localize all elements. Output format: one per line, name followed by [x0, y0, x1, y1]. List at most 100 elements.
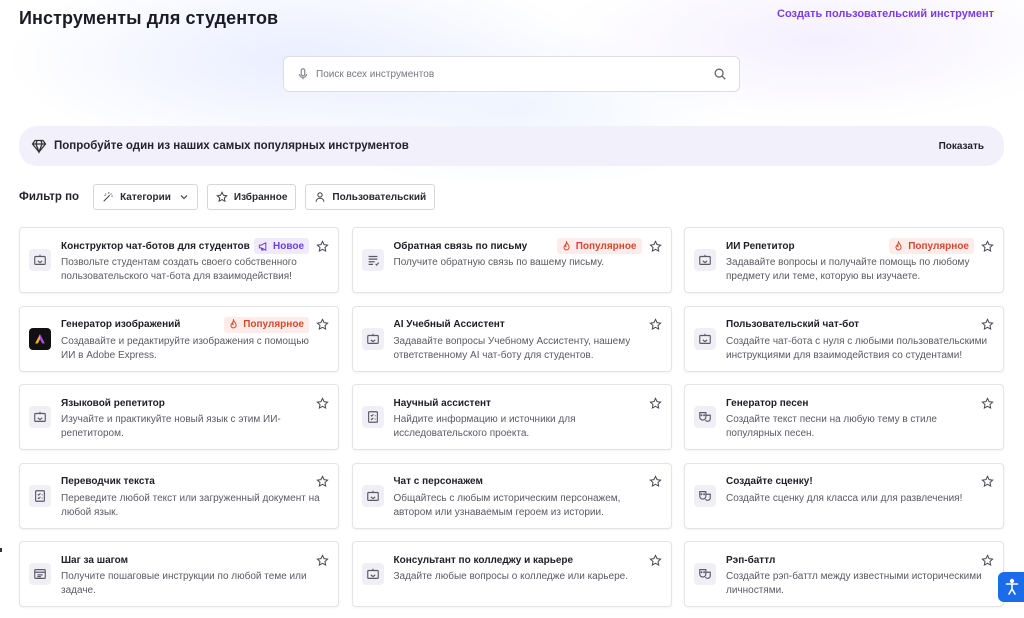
filter-favorites-button[interactable]: Избранное: [206, 184, 297, 210]
megaphone-icon: [258, 241, 269, 252]
tool-card-header: Научный ассистент: [394, 395, 662, 411]
favorite-star-icon[interactable]: [648, 239, 662, 253]
tool-description: Изучайте и практикуйте новый язык с этим…: [61, 414, 281, 439]
accessibility-icon: [1003, 578, 1021, 596]
tool-card[interactable]: AI Учебный Ассистент Задавайте вопросы Уч…: [351, 305, 672, 372]
tool-card[interactable]: Консультант по колледжу и карьере Задайте…: [351, 541, 672, 607]
tool-card[interactable]: Генератор песен Создайте текст песни на л…: [684, 384, 1004, 450]
checklist-icon: [361, 406, 384, 428]
badge-label: Новое: [272, 240, 304, 252]
favorite-star-icon[interactable]: [981, 396, 994, 410]
tool-description: Задавайте вопросы Учебному Ассистенту, н…: [393, 335, 631, 361]
tool-card-header: AI Учебный Ассистент: [394, 317, 662, 333]
theater-masks-icon: [694, 484, 716, 507]
tool-card[interactable]: Переводчик текста Переведите любой текст …: [19, 462, 339, 529]
favorite-star-icon[interactable]: [648, 318, 662, 331]
tool-card[interactable]: Чат с персонажем Общайтесь с любым истори…: [351, 462, 672, 529]
favorite-star-icon[interactable]: [316, 239, 329, 253]
tool-name: Переводчик текста: [61, 476, 155, 487]
new-badge: Новое: [253, 238, 309, 254]
favorite-star-icon[interactable]: [316, 553, 329, 567]
tool-name: Обратная связь по письму: [393, 240, 528, 252]
filter-custom-label: Пользовательский: [332, 191, 427, 203]
favorite-star-icon[interactable]: [316, 475, 329, 488]
tool-name: Пользовательский чат-бот: [726, 319, 860, 330]
user-icon: [314, 191, 326, 203]
favorite-star-icon[interactable]: [648, 396, 662, 410]
tool-description: Создайте текст песни на любую тему в сти…: [726, 414, 937, 439]
tool-card-body: Языковой репетитор Изучайте и практикуйте…: [61, 395, 329, 449]
tool-name: Чат с персонажем: [393, 476, 483, 487]
tool-card-body: Конструктор чат-ботов для студентов Новое…: [61, 238, 329, 292]
tool-card-header: Генератор изображений Популярное: [61, 316, 329, 333]
filter-bar: Фильтр по Категории Избранное Пользовате…: [19, 184, 444, 210]
tool-card-header: Создайте сценку!: [726, 474, 994, 490]
search-bar[interactable]: [283, 56, 740, 92]
tool-card-body: Пользовательский чат-бот Создайте чат-бот…: [726, 317, 994, 371]
favorite-star-icon[interactable]: [648, 475, 662, 488]
theater-masks-icon: [694, 563, 716, 585]
popular-badge: Популярное: [556, 238, 642, 254]
tool-card[interactable]: ИИ Репетитор Популярное Задавайте вопросы …: [684, 227, 1004, 293]
page-title: Инструменты для студентов: [19, 8, 279, 28]
tool-card-header: Генератор песен: [726, 395, 994, 411]
tool-name: Конструктор чат-ботов для студентов: [61, 240, 250, 252]
favorite-star-icon[interactable]: [981, 553, 994, 567]
chatbot-icon: [361, 563, 384, 585]
tools-grid: Конструктор чат-ботов для студентов Новое…: [19, 227, 1004, 607]
chatbot-icon: [694, 327, 716, 350]
favorite-star-icon[interactable]: [981, 475, 994, 488]
tool-card-header: Пользовательский чат-бот: [726, 317, 994, 333]
tool-card-header: Консультант по колледжу и карьере: [394, 552, 662, 568]
tool-name: AI Учебный Ассистент: [393, 319, 505, 330]
tool-card[interactable]: Создайте сценку! Создайте сценку для клас…: [684, 462, 1004, 529]
tool-card-header: Конструктор чат-ботов для студентов Новое: [61, 238, 329, 254]
tool-description: Создавайте и редактируйте изображения с …: [61, 335, 309, 361]
tool-card-header: Рэп-баттл: [726, 552, 994, 568]
star-icon: [216, 191, 228, 203]
diamond-icon: [31, 138, 47, 154]
search-icon[interactable]: [713, 67, 727, 81]
tool-card[interactable]: Научный ассистент Найдите информацию и ис…: [351, 384, 672, 450]
show-button[interactable]: Показать: [939, 141, 984, 152]
browser-window-icon: [29, 563, 51, 585]
fire-icon: [561, 240, 572, 252]
tool-name: Создайте сценку!: [726, 476, 813, 487]
tool-card[interactable]: Пользовательский чат-бот Создайте чат-бот…: [684, 305, 1004, 372]
accessibility-button[interactable]: [998, 572, 1024, 602]
tool-card-header: Шаг за шагом: [61, 552, 329, 568]
tool-card-body: Генератор песен Создайте текст песни на л…: [726, 395, 994, 449]
tool-description: Задавайте вопросы и получайте помощь по …: [726, 257, 970, 282]
favorite-star-icon[interactable]: [981, 318, 994, 331]
tool-card[interactable]: Конструктор чат-ботов для студентов Новое…: [19, 227, 339, 293]
create-custom-tool-link[interactable]: Создать пользовательский инструмент: [777, 8, 994, 20]
popular-tools-banner: Попробуйте один из наших самых популярны…: [19, 126, 1004, 166]
tool-description: Создайте чат-бота с нуля с любыми пользо…: [726, 335, 988, 361]
tool-name: Научный ассистент: [393, 397, 491, 409]
fire-icon: [228, 319, 239, 330]
tool-name: Генератор песен: [726, 397, 809, 409]
tool-card[interactable]: Обратная связь по письму Популярное Получи…: [351, 227, 672, 293]
theater-masks-icon: [694, 406, 716, 428]
chatbot-icon: [361, 484, 384, 507]
microphone-icon[interactable]: [296, 67, 310, 81]
tool-name: Рэп-баттл: [726, 554, 776, 566]
tool-card-body: Переводчик текста Переведите любой текст …: [61, 474, 329, 528]
favorite-star-icon[interactable]: [648, 553, 662, 567]
filter-custom-button[interactable]: Пользовательский: [305, 184, 436, 210]
tool-card[interactable]: Рэп-баттл Создайте рэп-баттл между извест…: [684, 541, 1004, 607]
favorite-star-icon[interactable]: [981, 239, 994, 253]
tool-card-header: Чат с персонажем: [394, 474, 662, 490]
tool-description: Общайтесь с любым историческим персонаже…: [393, 492, 621, 518]
filter-categories-dropdown[interactable]: Категории: [93, 184, 198, 210]
favorite-star-icon[interactable]: [316, 396, 329, 410]
favorite-star-icon[interactable]: [316, 318, 329, 331]
tool-card[interactable]: Языковой репетитор Изучайте и практикуйте…: [19, 384, 339, 450]
tool-card[interactable]: Шаг за шагом Получите пошаговые инструкци…: [19, 541, 339, 607]
search-input[interactable]: [316, 68, 713, 80]
tool-name: ИИ Репетитор: [726, 240, 795, 252]
tool-card-body: Научный ассистент Найдите информацию и ис…: [394, 395, 662, 449]
tool-card[interactable]: Генератор изображений Популярное Создавайт…: [19, 305, 339, 372]
filter-favorites-label: Избранное: [233, 191, 288, 203]
tool-card-body: Обратная связь по письму Популярное Получи…: [394, 238, 662, 292]
